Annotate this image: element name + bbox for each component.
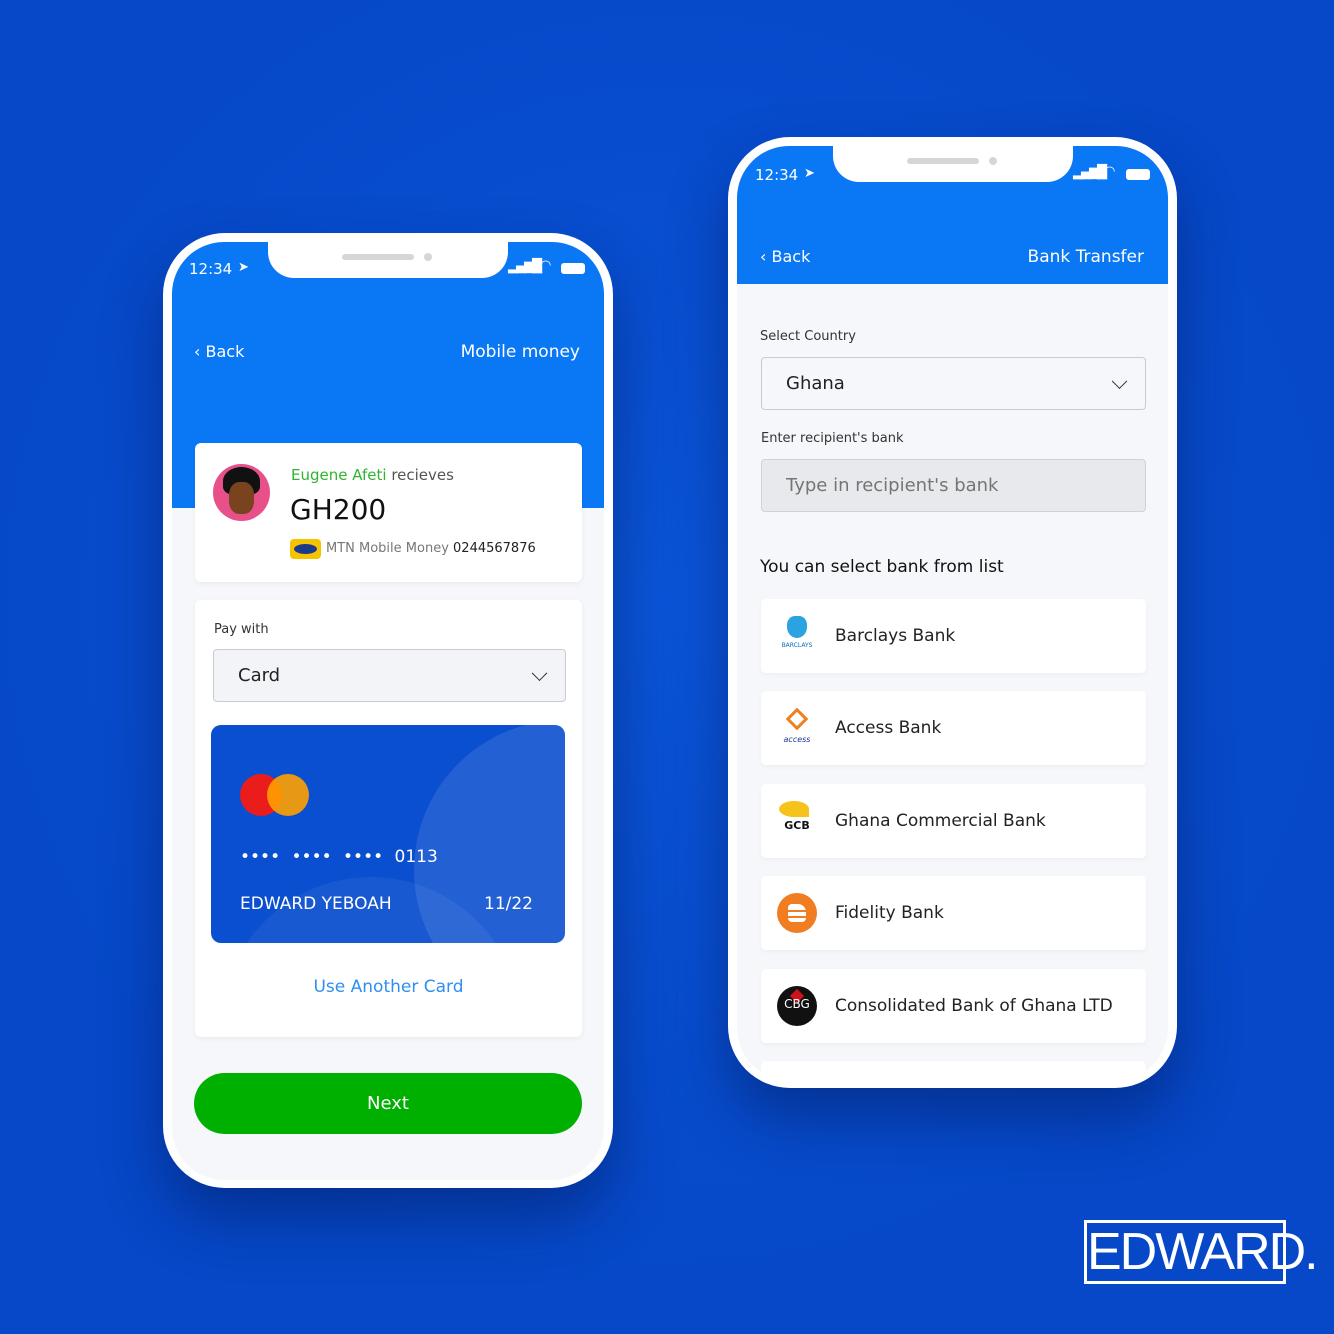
screen: 12:34 ➤ ▂▄▆█ ◠ ‹ Back Mobile money Eugen… xyxy=(172,242,604,1180)
bank-item-barclays[interactable]: BARCLAYS Barclays Bank xyxy=(761,599,1146,673)
chevron-left-icon: ‹ xyxy=(194,342,201,361)
screen: 12:34 ➤ ▂▄▆█ ◠ ‹ Back Bank Transfer Sele… xyxy=(737,146,1168,1080)
notch xyxy=(268,242,508,278)
pay-with-select[interactable]: Card xyxy=(213,649,566,702)
cbg-logo-icon: CBG xyxy=(777,986,817,1026)
bank-item-cbg[interactable]: CBG Consolidated Bank of Ghana LTD xyxy=(761,969,1146,1043)
status-time: 12:34 xyxy=(755,166,799,184)
recipient-card: Eugene Afeti recieves GH200 MTN Mobile M… xyxy=(195,443,582,582)
battery-icon xyxy=(1126,169,1150,180)
signal-icon: ▂▄▆█ xyxy=(1073,165,1107,180)
bank-item-fidelity[interactable]: Fidelity Bank xyxy=(761,876,1146,950)
status-time: 12:34 xyxy=(189,260,233,278)
chevron-down-icon xyxy=(531,664,548,681)
gcb-logo-icon: GCB xyxy=(777,801,817,841)
bank-item-gcb[interactable]: GCB Ghana Commercial Bank xyxy=(761,784,1146,858)
recipient-line: Eugene Afeti recieves xyxy=(291,466,454,484)
avatar xyxy=(213,464,270,521)
back-button[interactable]: ‹ Back xyxy=(760,247,810,266)
location-icon: ➤ xyxy=(238,260,249,275)
credit-card[interactable]: •••• •••• •••• 0113 EDWARD YEBOAH 11/22 xyxy=(211,725,565,943)
provider-line: MTN Mobile Money 0244567876 xyxy=(326,541,536,556)
wifi-icon: ◠ xyxy=(540,258,552,273)
location-icon: ➤ xyxy=(804,166,815,181)
bank-input[interactable] xyxy=(761,459,1146,512)
page-title: Mobile money xyxy=(460,342,580,362)
card-holder: EDWARD YEBOAH xyxy=(240,894,392,914)
chevron-down-icon xyxy=(1111,372,1128,389)
notch xyxy=(833,146,1073,182)
phone-mobile-money: 12:34 ➤ ▂▄▆█ ◠ ‹ Back Mobile money Eugen… xyxy=(163,233,613,1188)
use-another-card-link[interactable]: Use Another Card xyxy=(195,977,582,997)
amount: GH200 xyxy=(290,493,387,526)
chevron-left-icon: ‹ xyxy=(760,247,767,266)
phone-bank-transfer: 12:34 ➤ ▂▄▆█ ◠ ‹ Back Bank Transfer Sele… xyxy=(728,137,1177,1088)
bank-item-access[interactable]: access Access Bank xyxy=(761,691,1146,765)
recipient-name: Eugene Afeti xyxy=(291,466,387,484)
back-button[interactable]: ‹ Back xyxy=(194,342,244,361)
bank-item-partial xyxy=(761,1061,1146,1080)
mtn-logo-icon xyxy=(290,539,321,559)
fidelity-logo-icon xyxy=(777,893,817,933)
battery-icon xyxy=(561,263,585,274)
access-logo-icon: access xyxy=(777,707,817,748)
country-select[interactable]: Ghana xyxy=(761,357,1146,410)
wifi-icon: ◠ xyxy=(1104,164,1116,179)
card-number: •••• •••• •••• 0113 xyxy=(240,847,438,867)
signal-icon: ▂▄▆█ xyxy=(508,259,542,274)
next-button[interactable]: Next xyxy=(194,1073,582,1134)
country-label: Select Country xyxy=(760,329,856,344)
bank-label: Enter recipient's bank xyxy=(761,431,904,446)
card-expiry: 11/22 xyxy=(484,894,533,914)
bank-list-heading: You can select bank from list xyxy=(760,557,1004,577)
page-title: Bank Transfer xyxy=(1027,247,1144,267)
barclays-logo-icon: BARCLAYS xyxy=(777,616,817,656)
pay-with-label: Pay with xyxy=(214,622,269,637)
payment-card: Pay with Card •••• •••• •••• 0113 EDWARD… xyxy=(195,600,582,1037)
edward-brand-logo: EDWARD. xyxy=(1084,1220,1319,1284)
